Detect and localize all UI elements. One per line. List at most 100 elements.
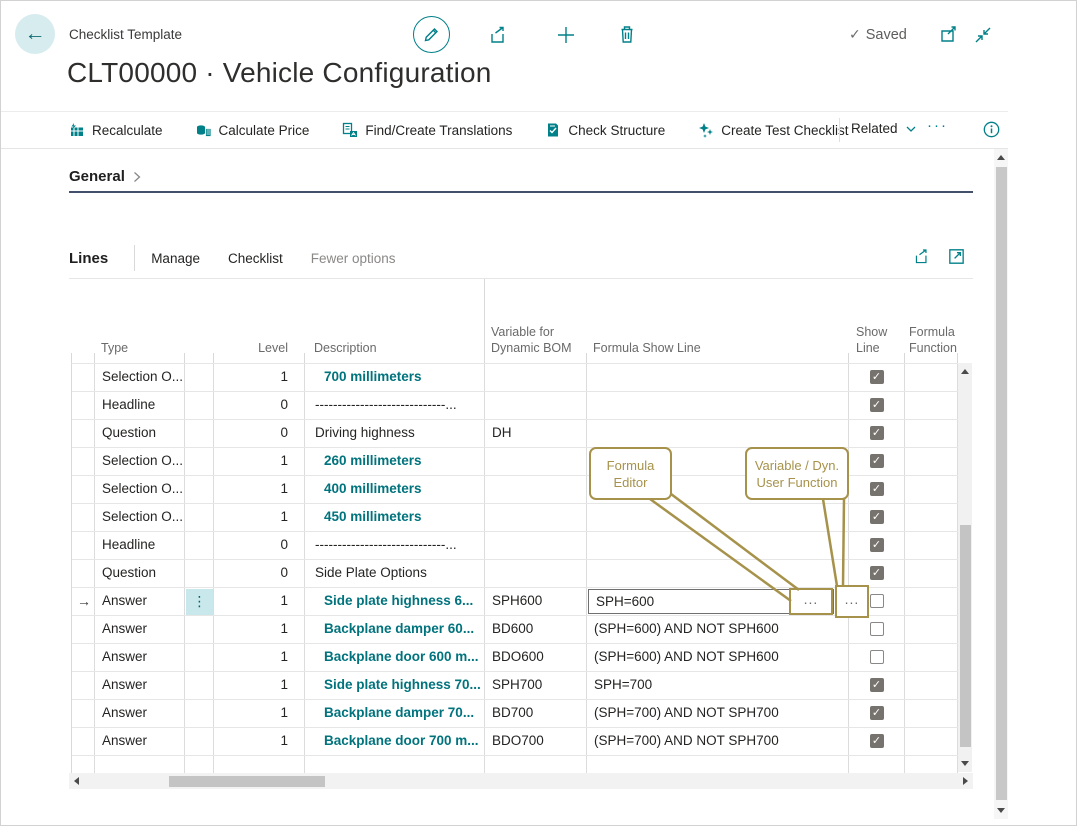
show-line-checkbox-checked[interactable]: ✓	[870, 482, 884, 496]
column-header-description[interactable]: Description	[314, 340, 377, 356]
cell-show-line[interactable]: ✓	[849, 448, 905, 475]
column-header-type[interactable]: Type	[101, 340, 128, 356]
cell-level[interactable]: 1	[214, 448, 305, 475]
lines-expand-button[interactable]	[947, 247, 966, 266]
cell-level[interactable]: 1	[214, 728, 305, 755]
cell-description[interactable]: Side Plate Options	[305, 560, 485, 587]
cell-variable[interactable]	[485, 476, 587, 503]
cell-description[interactable]: Side plate highness 6...	[305, 588, 485, 615]
cell-level[interactable]: 1	[214, 700, 305, 727]
cell-formula[interactable]: (SPH=600) AND NOT SPH600	[587, 644, 849, 671]
show-line-checkbox-checked[interactable]: ✓	[870, 678, 884, 692]
cell-function[interactable]	[905, 532, 958, 559]
cell-show-line[interactable]: ✓	[849, 504, 905, 531]
column-header-level[interactable]: Level	[213, 340, 288, 356]
cell-formula[interactable]	[587, 532, 849, 559]
cell-function[interactable]	[905, 420, 958, 447]
cell-show-line[interactable]: ✓	[849, 532, 905, 559]
cell-level[interactable]: 1	[214, 672, 305, 699]
show-line-checkbox-unchecked[interactable]	[870, 622, 884, 636]
fewer-options-button[interactable]: Fewer options	[311, 251, 396, 266]
cell-row-menu[interactable]	[185, 364, 214, 391]
edit-button[interactable]	[413, 16, 450, 53]
table-horizontal-scrollbar[interactable]	[69, 773, 973, 789]
show-line-checkbox-checked[interactable]: ✓	[870, 566, 884, 580]
action-calculate-price[interactable]: Calculate Price	[196, 122, 310, 138]
page-vertical-scrollbar[interactable]	[994, 149, 1008, 819]
cell-description[interactable]: Backplane door 700 m...	[305, 728, 485, 755]
cell-formula[interactable]: (SPH=600) AND NOT SPH600	[587, 616, 849, 643]
cell-variable[interactable]: DH	[485, 420, 587, 447]
section-general[interactable]: General	[69, 168, 143, 185]
new-button[interactable]	[555, 24, 577, 46]
cell-function[interactable]	[905, 700, 958, 727]
action-check-structure[interactable]: Check Structure	[545, 122, 665, 138]
cell-row-menu[interactable]	[185, 560, 214, 587]
cell-description[interactable]: Side plate highness 70...	[305, 672, 485, 699]
cell-row-menu[interactable]	[185, 700, 214, 727]
cell-row-menu[interactable]	[185, 476, 214, 503]
page-scrollbar-thumb[interactable]	[996, 167, 1007, 800]
hscrollbar-thumb[interactable]	[169, 776, 325, 787]
column-header-formula-show-line[interactable]: Formula Show Line	[593, 340, 701, 356]
cell-selector[interactable]	[72, 644, 95, 671]
cell-selector[interactable]	[72, 616, 95, 643]
action-find-create-translations[interactable]: Find/Create Translations	[342, 122, 512, 138]
table-scrollbar-thumb[interactable]	[960, 525, 971, 747]
cell-formula[interactable]	[587, 364, 849, 391]
cell-variable[interactable]	[485, 504, 587, 531]
cell-show-line[interactable]: ✓	[849, 728, 905, 755]
cell-show-line[interactable]: ✓	[849, 364, 905, 391]
cell-function[interactable]	[905, 392, 958, 419]
cell-selector[interactable]	[72, 672, 95, 699]
cell-variable[interactable]	[485, 560, 587, 587]
variable-function-assist-button[interactable]: ...	[835, 585, 869, 618]
show-line-checkbox-checked[interactable]: ✓	[870, 734, 884, 748]
cell-show-line[interactable]	[849, 644, 905, 671]
cell-function[interactable]	[905, 448, 958, 475]
cell-selector[interactable]	[72, 532, 95, 559]
lines-share-button[interactable]	[913, 247, 932, 266]
cell-level[interactable]: 1	[214, 616, 305, 643]
scroll-right-arrow[interactable]	[963, 777, 968, 785]
cell-level[interactable]: 1	[214, 504, 305, 531]
cell-description[interactable]: Backplane damper 60...	[305, 616, 485, 643]
share-button[interactable]	[488, 24, 510, 46]
show-line-checkbox-checked[interactable]: ✓	[870, 538, 884, 552]
cell-show-line[interactable]: ✓	[849, 476, 905, 503]
cell-show-line[interactable]: ✓	[849, 560, 905, 587]
cell-level[interactable]: 0	[214, 392, 305, 419]
cell-function[interactable]	[905, 588, 958, 615]
cell-function[interactable]	[905, 476, 958, 503]
cell-selector[interactable]	[72, 420, 95, 447]
open-in-new-window-button[interactable]	[939, 25, 959, 45]
cell-level[interactable]: 1	[214, 476, 305, 503]
cell-selector[interactable]	[72, 700, 95, 727]
cell-description[interactable]: Driving highness	[305, 420, 485, 447]
cell-variable[interactable]: SPH600	[485, 588, 587, 615]
cell-level[interactable]: 0	[214, 420, 305, 447]
cell-function[interactable]	[905, 672, 958, 699]
cell-show-line[interactable]: ✓	[849, 672, 905, 699]
cell-type[interactable]: Question	[95, 560, 185, 587]
info-button[interactable]	[983, 121, 1000, 138]
cell-level[interactable]: 1	[214, 364, 305, 391]
more-options-button[interactable]: ···	[927, 117, 948, 134]
show-line-checkbox-checked[interactable]: ✓	[870, 398, 884, 412]
cell-row-menu[interactable]	[185, 728, 214, 755]
cell-variable[interactable]: BDO600	[485, 644, 587, 671]
show-line-checkbox-checked[interactable]: ✓	[870, 706, 884, 720]
cell-variable[interactable]	[485, 392, 587, 419]
delete-button[interactable]	[616, 23, 638, 45]
cell-function[interactable]	[905, 504, 958, 531]
cell-type[interactable]: Answer	[95, 728, 185, 755]
show-line-checkbox-checked[interactable]: ✓	[870, 454, 884, 468]
cell-type[interactable]: Answer	[95, 700, 185, 727]
cell-type[interactable]: Headline	[95, 532, 185, 559]
cell-show-line[interactable]: ✓	[849, 392, 905, 419]
cell-formula[interactable]: (SPH=700) AND NOT SPH700	[587, 728, 849, 755]
action-recalculate[interactable]: Recalculate	[69, 122, 163, 138]
cell-description[interactable]: -----------------------------...	[305, 532, 485, 559]
cell-row-menu[interactable]	[185, 644, 214, 671]
action-create-test-checklist[interactable]: Create Test Checklist	[698, 122, 848, 138]
